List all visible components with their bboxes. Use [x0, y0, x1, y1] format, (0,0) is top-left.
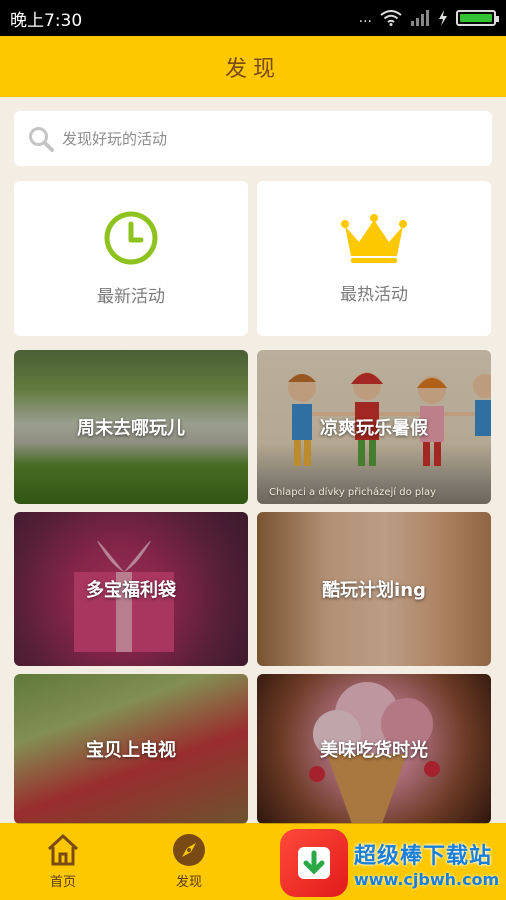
status-time: 晚上7:30: [10, 10, 83, 31]
nav-discover-label: 发现: [175, 875, 202, 890]
tile-label: 美味吃货时光: [320, 740, 428, 761]
home-icon: [47, 834, 79, 866]
app-header: 发现: [0, 36, 506, 97]
bolt-icon: [439, 10, 447, 26]
watermark-text: 超级棒下载站 www.cjbwh.com: [354, 838, 499, 889]
tile-caption: Chlapci a dívky přicházejí do play: [269, 487, 437, 498]
signal-icon: [411, 10, 429, 26]
latest-activities-card[interactable]: 最新活动: [14, 181, 248, 336]
tile-label: 凉爽玩乐暑假: [320, 418, 428, 439]
status-bar: 晚上7:30 ...: [0, 0, 506, 36]
search-input[interactable]: [62, 129, 462, 148]
crown-icon: [341, 214, 407, 263]
tile-label: 宝贝上电视: [86, 740, 176, 761]
search-bar[interactable]: [14, 111, 492, 166]
compass-icon: [173, 834, 205, 866]
tile-summer[interactable]: 凉爽玩乐暑假 Chlapci a dívky přicházejí do pla…: [257, 350, 491, 504]
tile-baby-tv[interactable]: 宝贝上电视: [14, 674, 248, 824]
nav-home-label: 首页: [49, 875, 76, 890]
tile-label: 酷玩计划ing: [322, 580, 426, 601]
latest-activities-label: 最新活动: [97, 287, 165, 307]
nav-home[interactable]: 首页: [0, 823, 126, 900]
nav-discover[interactable]: 发现: [126, 823, 252, 900]
tile-label: 多宝福利袋: [86, 580, 176, 601]
hot-activities-card[interactable]: 最热活动: [257, 181, 491, 336]
battery-icon: [456, 10, 499, 26]
tile-label: 周末去哪玩儿: [77, 418, 185, 439]
hot-activities-label: 最热活动: [340, 285, 408, 305]
watermark-logo-icon: [280, 829, 348, 897]
tile-weekend[interactable]: 周末去哪玩儿: [14, 350, 248, 504]
tile-gift-bag[interactable]: 多宝福利袋: [14, 512, 248, 666]
clock-icon: [104, 211, 158, 265]
watermark-url: www.cjbwh.com: [354, 869, 500, 889]
download-arrow-icon: [298, 847, 330, 879]
page-title: 发现: [224, 56, 281, 82]
tile-foodie[interactable]: 美味吃货时光: [257, 674, 491, 824]
search-icon: [29, 126, 54, 152]
tile-cool-plan[interactable]: 酷玩计划ing: [257, 512, 491, 666]
watermark-name: 超级棒下载站: [354, 843, 493, 869]
wifi-icon: [380, 10, 402, 26]
status-dots: ...: [358, 10, 372, 26]
status-icons: ...: [358, 10, 499, 26]
watermark: 超级棒下载站 www.cjbwh.com: [280, 828, 506, 898]
